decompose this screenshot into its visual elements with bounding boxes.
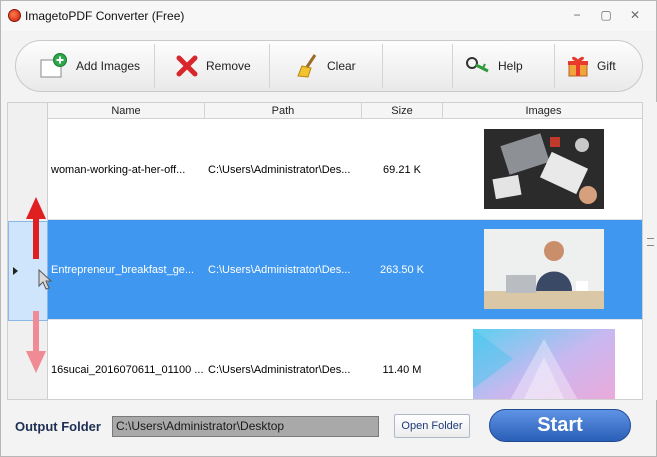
table-row[interactable]: 16sucai_2016070611_01100 ... C:\Users\Ad…	[48, 320, 642, 399]
app-window: ImagetoPDF Converter (Free) − ▢ ✕ Add Im…	[0, 0, 657, 457]
pastel-polygon-photo-thumbnail	[473, 329, 615, 399]
mouse-cursor-icon	[38, 269, 52, 290]
cell-name: Entrepreneur_breakfast_ge...	[51, 264, 195, 276]
cell-path: C:\Users\Administrator\Des...	[208, 364, 351, 376]
remove-button[interactable]: Remove	[176, 49, 251, 83]
help-button[interactable]: Help	[466, 49, 523, 83]
toolbar: Add Images Remove Clear Help Gift	[15, 40, 643, 92]
gift-label: Gift	[597, 59, 616, 73]
man-at-laptop-photo-thumbnail	[484, 229, 604, 309]
scroll-grip[interactable]	[647, 238, 654, 246]
remove-label: Remove	[206, 59, 251, 73]
column-header-size[interactable]: Size	[362, 104, 442, 118]
grid-header: Name Path Size Images	[48, 103, 642, 119]
cell-name: 16sucai_2016070611_01100 ...	[51, 364, 203, 376]
column-header-images[interactable]: Images	[443, 104, 642, 118]
output-folder-label: Output Folder	[15, 419, 101, 434]
add-image-icon	[40, 53, 67, 78]
add-images-button[interactable]: Add Images	[40, 49, 140, 83]
cell-size: 69.21 K	[383, 164, 421, 176]
row-pointer-icon	[13, 267, 18, 275]
restore-button[interactable]: ▢	[599, 9, 613, 21]
app-logo-icon	[8, 9, 21, 22]
desk-photo-thumbnail	[484, 129, 604, 209]
cell-path: C:\Users\Administrator\Des...	[208, 264, 351, 276]
table-row[interactable]: woman-working-at-her-off... C:\Users\Adm…	[48, 120, 642, 220]
help-key-icon	[466, 57, 489, 73]
window-title: ImagetoPDF Converter (Free)	[25, 9, 185, 23]
table-row-selected[interactable]: Entrepreneur_breakfast_ge... C:\Users\Ad…	[48, 220, 642, 320]
red-x-icon	[176, 55, 198, 77]
move-down-arrow-icon[interactable]	[26, 311, 46, 373]
cell-name: woman-working-at-her-off...	[51, 164, 186, 176]
gift-button[interactable]: Gift	[567, 49, 616, 83]
file-grid: Name Path Size Images woman-working-at-h…	[7, 102, 643, 400]
help-label: Help	[498, 59, 523, 73]
vertical-scrollbar[interactable]	[644, 102, 657, 400]
column-header-path[interactable]: Path	[205, 104, 361, 118]
cell-path: C:\Users\Administrator\Des...	[208, 164, 351, 176]
column-header-name[interactable]: Name	[48, 104, 204, 118]
add-images-label: Add Images	[76, 59, 141, 73]
cell-size: 263.50 K	[379, 264, 425, 276]
clear-button[interactable]: Clear	[297, 49, 356, 83]
start-button[interactable]: Start	[489, 409, 631, 442]
close-button[interactable]: ✕	[628, 9, 642, 21]
move-up-arrow-icon[interactable]	[26, 197, 46, 259]
gift-icon	[568, 56, 588, 77]
clear-label: Clear	[327, 59, 356, 73]
open-folder-button[interactable]: Open Folder	[394, 414, 470, 438]
title-bar: ImagetoPDF Converter (Free) − ▢ ✕	[1, 1, 656, 31]
output-folder-field[interactable]: C:\Users\Administrator\Desktop	[112, 416, 379, 437]
broom-icon	[297, 54, 317, 78]
cell-size: 11.40 M	[382, 364, 422, 376]
minimize-button[interactable]: −	[570, 9, 584, 21]
